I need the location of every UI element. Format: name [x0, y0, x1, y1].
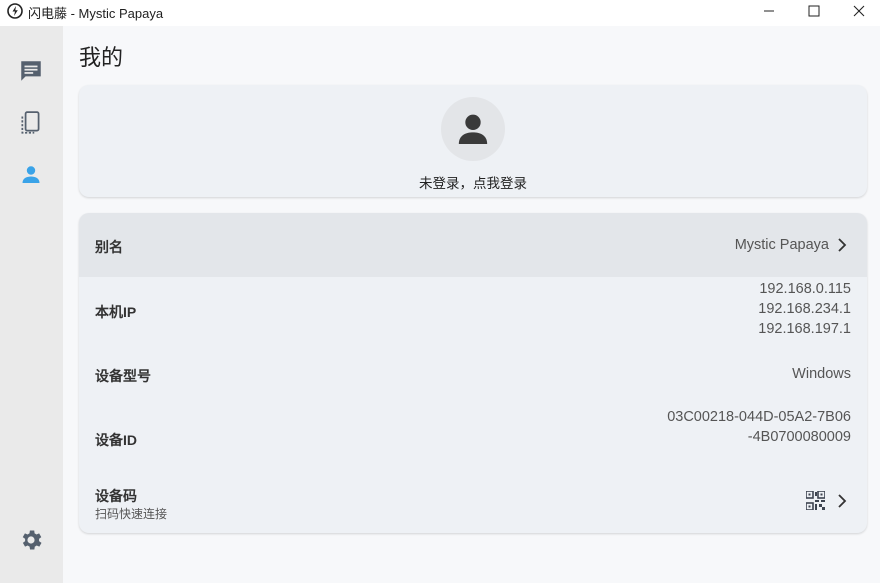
alias-row[interactable]: 别名 Mystic Papaya — [79, 213, 867, 277]
user-icon — [22, 166, 40, 183]
maximize-icon — [808, 5, 820, 17]
window-title: 闪电藤 - Mystic Papaya — [28, 6, 164, 21]
ip-value: 192.168.234.1 — [758, 301, 851, 317]
login-card[interactable]: 未登录，点我登录 — [79, 85, 867, 197]
sidebar-item-devices[interactable] — [16, 108, 46, 138]
minimize-icon — [764, 10, 774, 12]
minimize-button[interactable] — [746, 0, 792, 22]
ip-values: 192.168.0.115 192.168.234.1 192.168.197.… — [758, 279, 851, 339]
chevron-right-icon — [838, 494, 847, 508]
avatar[interactable] — [441, 97, 505, 161]
device-id-label: 设备ID — [95, 432, 137, 448]
ip-label: 本机IP — [95, 304, 137, 320]
sidebar — [0, 26, 63, 583]
devices-icon — [21, 111, 40, 134]
device-code-sublabel: 扫码快速连接 — [95, 507, 168, 521]
chat-icon — [21, 61, 41, 81]
settings-button[interactable] — [16, 525, 46, 555]
device-model-value: Windows — [792, 366, 851, 382]
device-model-label: 设备型号 — [95, 368, 151, 384]
maximize-button[interactable] — [791, 0, 837, 22]
sidebar-item-messages[interactable] — [16, 56, 46, 86]
alias-label: 别名 — [95, 239, 123, 255]
ip-row: 本机IP 192.168.0.115 192.168.234.1 192.168… — [79, 277, 867, 341]
title-bar: 闪电藤 - Mystic Papaya — [0, 0, 880, 26]
chevron-right-icon — [838, 238, 847, 252]
main-content: 我的 未登录，点我登录 别名 Mystic Papaya 本机IP 192.16… — [63, 26, 880, 583]
device-id-value: 03C00218-044D-05A2-7B06 -4B0700080009 — [667, 407, 851, 447]
alias-value: Mystic Papaya — [734, 237, 829, 253]
device-id-line: 03C00218-044D-05A2-7B06 — [667, 409, 851, 425]
device-id-row: 设备ID 03C00218-044D-05A2-7B06 -4B07000800… — [79, 405, 867, 469]
ip-value: 192.168.0.115 — [759, 281, 851, 297]
device-model-row: 设备型号 Windows — [79, 341, 867, 405]
sidebar-item-profile[interactable] — [16, 160, 46, 190]
device-info-card: 别名 Mystic Papaya 本机IP 192.168.0.115 192.… — [79, 213, 867, 533]
page-title: 我的 — [79, 45, 124, 70]
login-prompt[interactable]: 未登录，点我登录 — [79, 172, 867, 192]
qr-code-icon — [806, 491, 825, 510]
device-code-row[interactable]: 设备码 扫码快速连接 — [79, 469, 867, 533]
close-icon — [853, 5, 865, 17]
avatar-person-icon — [458, 114, 488, 144]
close-button[interactable] — [836, 0, 880, 22]
device-code-label: 设备码 — [95, 488, 137, 504]
device-id-line: -4B0700080009 — [747, 429, 851, 445]
ip-value: 192.168.197.1 — [758, 321, 851, 337]
app-logo-icon — [7, 3, 23, 19]
gear-icon — [22, 530, 42, 550]
